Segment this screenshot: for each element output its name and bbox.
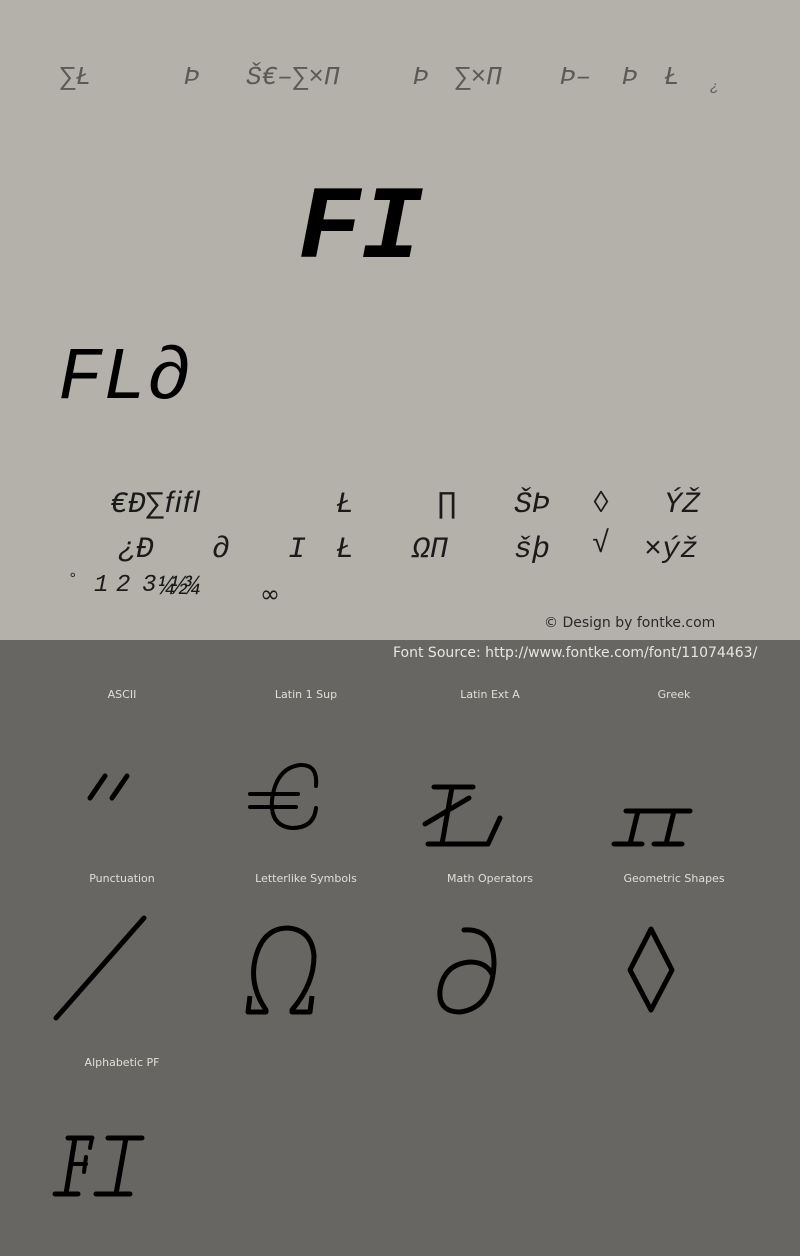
block-label: Geometric Shapes xyxy=(623,872,725,885)
block-cell-latin-ext-a: Latin Ext A xyxy=(398,680,582,864)
block-label: Letterlike Symbols xyxy=(255,872,357,885)
block-cell-math-operators: Math Operators xyxy=(398,864,582,1048)
charset-glyph: 1 xyxy=(94,572,109,599)
block-cell-punctuation: Punctuation xyxy=(30,864,214,1048)
header-glyph: Ł xyxy=(664,62,680,92)
block-label: Greek xyxy=(657,688,691,701)
header-glyph: ∑Ł xyxy=(60,62,92,92)
block-cell-letterlike-symbols: Letterlike Symbols xyxy=(214,864,398,1048)
charset-glyph: √ xyxy=(592,528,611,562)
font-preview-panel: ∑Ł Þ Š€–∑×Π Þ ∑×Π Þ– Þ Ł ¿ FI FL∂ €Ð∑ﬁﬂ … xyxy=(0,0,800,640)
block-label: Latin Ext A xyxy=(460,688,520,701)
header-glyph: ¿ xyxy=(710,80,719,96)
charset-glyph: 3 xyxy=(142,572,157,599)
lozenge-glyph-icon xyxy=(582,904,766,1034)
charset-glyph: Ł xyxy=(336,533,355,567)
charset-glyph: Ł xyxy=(336,488,355,522)
charset-glyph: ∏ xyxy=(438,488,457,522)
pi-glyph-icon xyxy=(582,720,766,850)
header-glyph: Þ xyxy=(413,62,429,92)
charset-glyph: ∞ xyxy=(260,580,280,608)
block-label: Alphabetic PF xyxy=(84,1056,160,1069)
charset-glyph: ΩΠ xyxy=(412,533,449,567)
block-label: ASCII xyxy=(107,688,137,701)
charset-glyph: šþ xyxy=(514,533,551,567)
sample-medium: FL∂ xyxy=(58,337,192,421)
charset-glyph: ŠÞ xyxy=(514,488,551,522)
omega-glyph-icon xyxy=(214,904,398,1034)
charset-glyph: I xyxy=(288,533,307,567)
fraction-slash-glyph-icon xyxy=(30,904,214,1034)
l-stroke-glyph-icon xyxy=(398,720,582,850)
unicode-blocks-panel: Font Source: http://www.fontke.com/font/… xyxy=(0,640,800,1256)
block-cell-geometric-shapes: Geometric Shapes xyxy=(582,864,766,1048)
fi-ligature-glyph-icon xyxy=(30,1088,214,1218)
charset-glyph: ¿Ð xyxy=(118,533,155,567)
charset-glyph: ° xyxy=(68,570,78,588)
block-cell-alphabetic-pf: Alphabetic PF xyxy=(30,1048,214,1232)
block-label: Math Operators xyxy=(447,872,533,885)
charset-glyph: 2 xyxy=(116,572,131,599)
header-glyph: Þ– xyxy=(560,62,592,92)
block-cell-latin-1-sup: Latin 1 Sup xyxy=(214,680,398,864)
font-source-link[interactable]: Font Source: http://www.fontke.com/font/… xyxy=(393,645,757,661)
design-credit: © Design by fontke.com xyxy=(544,615,716,631)
charset-glyph: ÝŽ xyxy=(664,488,701,522)
header-glyph: ∑×Π xyxy=(455,62,502,92)
partial-glyph-icon xyxy=(398,904,582,1034)
header-glyph: Š€–∑×Π xyxy=(246,62,340,92)
charset-glyph: ×ýž xyxy=(644,533,699,567)
charset-glyph: ◊ xyxy=(592,488,611,522)
charset-glyph: ∂ xyxy=(212,533,231,567)
block-label: Punctuation xyxy=(89,872,155,885)
block-cell-ascii: ASCII xyxy=(30,680,214,864)
header-glyph: Þ xyxy=(184,62,200,92)
block-label: Latin 1 Sup xyxy=(274,688,338,701)
header-glyph: Þ xyxy=(622,62,638,92)
double-quote-glyph-icon xyxy=(30,720,214,850)
charset-glyph: €Ð∑ﬁﬂ xyxy=(110,488,201,522)
euro-glyph-icon xyxy=(214,720,398,850)
charset-glyph: ¼½¾ xyxy=(158,572,200,603)
block-cell-greek: Greek xyxy=(582,680,766,864)
sample-large: FI xyxy=(298,171,423,289)
